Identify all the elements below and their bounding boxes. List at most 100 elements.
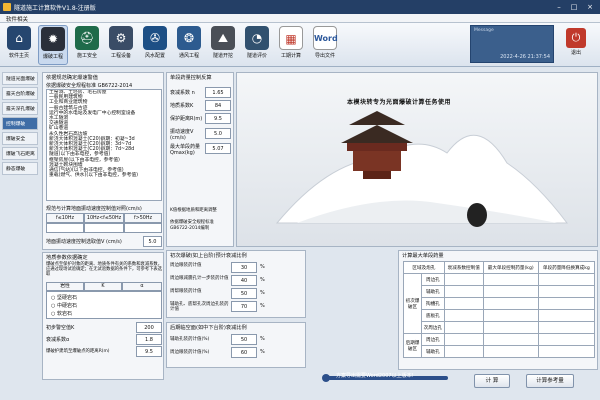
- app-icon: [3, 3, 11, 11]
- frequency-title: 规范与计算地面振动速度控制值对照(cm/s): [46, 206, 142, 212]
- tool-evaluation[interactable]: ◔ 隧道评价: [242, 25, 272, 65]
- ratio-input[interactable]: 50: [231, 288, 257, 299]
- value-cell: [443, 333, 484, 346]
- sidebar-item-static-blasting[interactable]: 静态爆破: [2, 162, 38, 175]
- sidebar-item-smooth-blasting[interactable]: 隧道光面爆破: [2, 72, 38, 85]
- freq-value-cell[interactable]: [84, 223, 124, 233]
- ratio-label: 周帮眼装药计值: [170, 289, 202, 294]
- protected-object-list[interactable]: 土窑洞、土坯房、毛石房屋 一般民用建筑物 工业和商业建筑物 一般古建筑与古迹 运行中的水…: [46, 89, 162, 201]
- tool-wind-water[interactable]: ✇ 风水配置: [140, 25, 170, 65]
- sidebar-item-bench-blasting[interactable]: 露天台阶爆破: [2, 87, 38, 100]
- tool-export[interactable]: Word 导出文件: [310, 25, 340, 65]
- sidebar-item-control-blasting[interactable]: 控制爆破: [2, 117, 38, 130]
- param-label: 衰减系数α: [46, 337, 70, 343]
- tool-equipment[interactable]: ⚙ 工程设备: [106, 25, 136, 65]
- value-cell: [482, 321, 539, 334]
- tool-schedule[interactable]: ▦ 工期计算: [276, 25, 306, 65]
- value-cell: [443, 297, 484, 310]
- tool-ventilation[interactable]: ❂ 通风工程: [174, 25, 204, 65]
- calculate-reference-button[interactable]: 计算参考量: [526, 374, 574, 388]
- safety-icon: ⛑: [75, 26, 99, 50]
- radio-hard-rock[interactable]: ○ 坚硬岩石: [51, 294, 77, 301]
- result-panel: 计算最大单段药量 区域及炮孔 衰减系数控制值 最大单段控制药量(kg) 单段药量降低换…: [398, 250, 598, 370]
- hole-cell: 辅助孔: [421, 285, 445, 298]
- later-blast-panel: 后期临空面(如中下台阶)衰减比例 辅助孔装药计值(%) 50 % 周边眼装药计值(…: [166, 322, 306, 368]
- table-header: K: [84, 282, 122, 291]
- tool-label: 风水配置: [144, 53, 165, 59]
- standard-label: 依据爆破安全规程标准 GB6722-2014: [46, 83, 133, 89]
- protected-object-item[interactable]: 重载(燃气、供水)(以下由非电控，参考值): [47, 173, 161, 178]
- calculate-button[interactable]: 计 算: [474, 374, 510, 388]
- progress-hint: 方案导出需要Word2007以上版本!: [322, 372, 472, 384]
- tool-label: 隧道评价: [246, 53, 267, 59]
- hole-cell: 辅助孔: [421, 345, 445, 358]
- radio-soft-rock[interactable]: ○ 软岩石: [51, 310, 72, 317]
- attenuation-input[interactable]: 1.65: [205, 87, 231, 98]
- qmax-output: 5.07: [205, 143, 231, 154]
- freq-header: 10Hz<f≤50Hz: [84, 213, 124, 223]
- maximize-button[interactable]: □: [567, 2, 581, 12]
- sidebar: 隧道光面爆破 露天台阶爆破 露天深孔爆破 控制爆破 爆破安全 爆破飞石距离 静态…: [0, 70, 40, 380]
- value-cell: [537, 285, 596, 298]
- panel-title: 初次爆破(如上台阶)预计衰减比例: [170, 253, 247, 259]
- standard-panel: 依据规范确定爆速警值 依据爆破安全规程标准 GB6722-2014 土窑洞、土坯…: [42, 72, 164, 250]
- geology-k-input[interactable]: 84: [205, 100, 231, 111]
- velocity-input[interactable]: 5.0: [143, 236, 162, 247]
- ratio-input[interactable]: 60: [231, 347, 257, 358]
- value-cell: [482, 273, 539, 286]
- rock-label: 软岩石: [56, 311, 72, 317]
- ratio-input[interactable]: 50: [231, 334, 257, 345]
- panel-title: 计算最大单段药量: [402, 253, 444, 259]
- unit-label: %: [260, 290, 265, 296]
- freq-value-cell[interactable]: [46, 223, 84, 233]
- value-cell: [482, 297, 539, 310]
- value-cell: [482, 285, 539, 298]
- minimize-button[interactable]: –: [552, 2, 566, 12]
- menu-software[interactable]: 软件相关: [6, 15, 28, 23]
- sidebar-item-blast-safety[interactable]: 爆破安全: [2, 132, 38, 145]
- alpha-input[interactable]: 1.8: [136, 334, 162, 345]
- sidebar-item-flyrock[interactable]: 爆破飞石距离: [2, 147, 38, 160]
- value-cell: [537, 333, 596, 346]
- power-icon: ⏻: [566, 28, 586, 48]
- velocity-field[interactable]: 5.0: [205, 128, 231, 139]
- ratio-input[interactable]: 30: [231, 262, 257, 273]
- ratio-label: 周边眼装药计值: [170, 263, 202, 268]
- table-header: α: [122, 282, 162, 291]
- ratio-label: 周边眼装药计值(%): [170, 350, 210, 355]
- value-cell: [443, 273, 484, 286]
- close-button[interactable]: ×: [583, 2, 597, 12]
- radio-medium-rock[interactable]: ○ 中硬岩石: [51, 302, 77, 309]
- group-cell: 初次爆破区: [403, 273, 422, 334]
- table-header: 最大单段控制药量(kg): [482, 261, 539, 274]
- group-cell: 后期爆破区: [403, 333, 422, 358]
- distance-r-input[interactable]: 9.5: [136, 346, 162, 357]
- tool-excavation[interactable]: ⛰ 隧道开挖: [208, 25, 238, 65]
- ratio-input[interactable]: 70: [231, 301, 257, 312]
- velocity-label: 地面振动速度控制选取值V (cm/s): [46, 239, 122, 245]
- value-cell: [537, 273, 596, 286]
- field-label: 振动速度V (cm/s): [170, 129, 194, 141]
- param-label: 初步警空值K: [46, 325, 75, 331]
- table-header: 岩性: [46, 282, 84, 291]
- exit-label: 退出: [570, 50, 581, 56]
- param-label: 爆破护建筑至爆破点的距离R(m): [46, 349, 110, 354]
- panel-title: 依据规范确定爆速警值: [46, 75, 98, 81]
- tool-label: 通风工程: [178, 53, 199, 59]
- ratio-input[interactable]: 40: [231, 275, 257, 286]
- tool-blasting[interactable]: ✹ 爆破工程: [38, 25, 68, 65]
- sidebar-item-deep-hole[interactable]: 露天深孔爆破: [2, 102, 38, 115]
- value-cell: [443, 321, 484, 334]
- tool-safety[interactable]: ⛑ 施工安全: [72, 25, 102, 65]
- table-row: 辅助孔: [404, 285, 596, 298]
- distance-input[interactable]: 9.5: [205, 113, 231, 124]
- field-label: 地质系数K: [170, 103, 194, 109]
- k-value-input[interactable]: 200: [136, 322, 162, 333]
- table-header: 区域及炮孔: [403, 261, 445, 274]
- rock-table: ○ 坚硬岩石 ○ 中硬岩石 ○ 软岩石: [46, 291, 162, 319]
- table-row: 初次爆破区 周边孔: [403, 273, 596, 334]
- exit-button[interactable]: ⏻ 退出: [559, 27, 593, 63]
- tool-home[interactable]: ⌂ 软件主页: [4, 25, 34, 65]
- description: 爆破点至保护对象的距离、地质条件有关的系数和衰减系数，应通过现场试验确定；在无试…: [46, 262, 163, 277]
- freq-value-cell[interactable]: [124, 223, 162, 233]
